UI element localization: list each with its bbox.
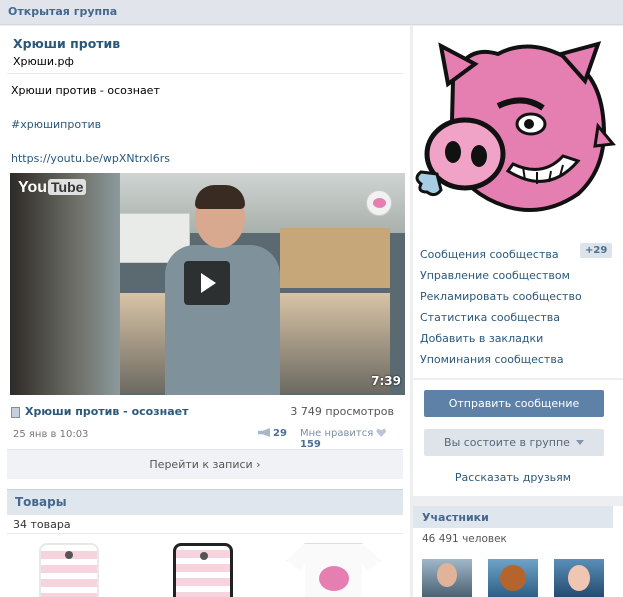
- divider: [7, 533, 403, 534]
- group-title[interactable]: Хрюши против: [13, 36, 120, 51]
- goods-count: 34 товара: [13, 518, 71, 531]
- menu-item-statistics[interactable]: Статистика сообщества: [420, 311, 560, 324]
- community-menu: Сообщения сообщества +29 Управление сооб…: [413, 231, 623, 378]
- video-duration: 7:39: [371, 374, 401, 388]
- repost-button[interactable]: 29: [258, 428, 287, 439]
- avatar[interactable]: [422, 559, 472, 597]
- repost-count: 29: [273, 428, 287, 439]
- divider: [7, 73, 403, 74]
- play-icon[interactable]: [184, 261, 230, 305]
- camera-icon: [65, 551, 73, 559]
- menu-item-mentions[interactable]: Упоминания сообщества: [420, 353, 564, 366]
- goods-title: Товары: [15, 495, 67, 509]
- main-column: Хрюши против Хрюши.рф Хрюши против - осо…: [0, 26, 410, 597]
- members-count: 46 491 человек: [422, 533, 507, 545]
- video-frame-person: [10, 173, 120, 395]
- video-file-icon: [11, 407, 20, 418]
- menu-item-bookmark[interactable]: Добавить в закладки: [420, 332, 543, 345]
- post-date[interactable]: 25 янв в 10:03: [13, 429, 88, 440]
- membership-button[interactable]: Вы состоите в группе: [424, 429, 604, 456]
- video-player[interactable]: You Tube 7:39: [10, 173, 405, 395]
- youtube-logo-tube: Tube: [48, 179, 87, 195]
- avatar[interactable]: [488, 559, 538, 597]
- group-site: Хрюши.рф: [13, 55, 74, 68]
- product-phone-case-black[interactable]: [173, 543, 233, 597]
- tell-friends-link[interactable]: Рассказать друзьям: [413, 471, 613, 484]
- group-type-label: Открытая группа: [8, 5, 118, 18]
- video-frame-hair: [195, 185, 245, 209]
- menu-item-messages[interactable]: Сообщения сообщества: [420, 248, 559, 261]
- video-views: 3 749 просмотров: [290, 405, 394, 418]
- goods-header[interactable]: Товары: [7, 489, 403, 515]
- menu-item-advertise[interactable]: Рекламировать сообщество: [420, 290, 582, 303]
- video-title[interactable]: Хрюши против - осознает: [25, 405, 188, 418]
- goto-post-button[interactable]: Перейти к записи ›: [7, 449, 403, 479]
- members-header[interactable]: Участники: [413, 506, 613, 528]
- menu-item-manage[interactable]: Управление сообществом: [420, 269, 570, 282]
- youtube-logo-icon: You Tube: [18, 179, 87, 197]
- chevron-down-icon: [575, 440, 584, 445]
- pig-logo-icon: [415, 41, 616, 212]
- heart-icon: [376, 428, 387, 437]
- members-panel: Участники 46 491 человек: [413, 506, 623, 597]
- messages-badge[interactable]: +29: [580, 243, 613, 258]
- channel-pig-icon[interactable]: [366, 190, 392, 216]
- chevron-right-icon: ›: [256, 458, 261, 471]
- product-phone-case-white[interactable]: [39, 543, 99, 597]
- megaphone-icon: [258, 428, 270, 437]
- post-link[interactable]: https://youtu.be/wpXNtrxl6rs: [11, 152, 170, 165]
- product-tshirt[interactable]: [286, 543, 381, 597]
- goto-post-label: Перейти к записи: [149, 458, 253, 471]
- like-button[interactable]: Мне нравится159: [300, 428, 410, 450]
- members-title: Участники: [422, 511, 489, 524]
- post-text: Хрюши против - осознает: [11, 84, 160, 97]
- youtube-logo-you: You: [18, 179, 48, 196]
- avatar[interactable]: [554, 559, 604, 597]
- send-message-button[interactable]: Отправить сообщение: [424, 390, 604, 417]
- group-avatar[interactable]: [413, 26, 623, 231]
- sidebar: Сообщения сообщества +29 Управление сооб…: [413, 26, 623, 597]
- camera-icon: [200, 552, 208, 560]
- like-label: Мне нравится: [300, 428, 374, 439]
- post-hashtag[interactable]: #хрюшипротив: [11, 118, 101, 131]
- group-type-bar: Открытая группа: [0, 0, 623, 25]
- video-frame-shelf: [280, 228, 390, 288]
- membership-label: Вы состоите в группе: [444, 436, 570, 449]
- actions-panel: Отправить сообщение Вы состоите в группе…: [413, 380, 623, 496]
